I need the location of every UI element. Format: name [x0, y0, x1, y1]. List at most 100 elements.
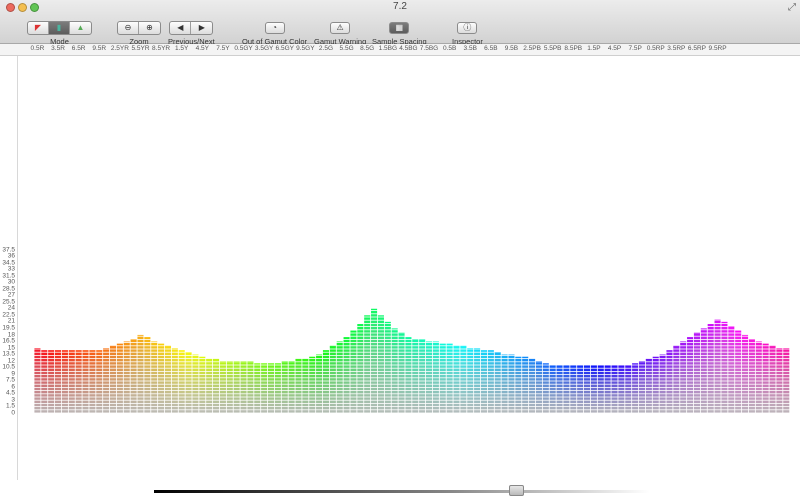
previous-icon[interactable]: ◀	[170, 21, 192, 34]
chroma-bar[interactable]	[652, 356, 659, 413]
chroma-bar[interactable]	[68, 350, 75, 413]
chroma-bar[interactable]	[556, 365, 563, 413]
chroma-bar[interactable]	[783, 348, 790, 413]
chroma-bar[interactable]	[680, 341, 687, 413]
chroma-bar[interactable]	[295, 358, 302, 413]
chroma-bar[interactable]	[693, 332, 700, 413]
chroma-bar[interactable]	[419, 339, 426, 413]
chroma-bar[interactable]	[687, 337, 694, 413]
chroma-bar[interactable]	[597, 365, 604, 413]
value-slider-track[interactable]	[154, 490, 650, 493]
chroma-bar[interactable]	[96, 350, 103, 413]
chroma-bar[interactable]	[618, 365, 625, 413]
chart-area[interactable]	[18, 56, 800, 480]
chroma-bar[interactable]	[103, 348, 110, 413]
chroma-bar[interactable]	[55, 350, 62, 413]
chroma-bar[interactable]	[439, 343, 446, 413]
chroma-bar[interactable]	[391, 328, 398, 413]
chroma-bar[interactable]	[742, 334, 749, 413]
chroma-bar[interactable]	[288, 361, 295, 413]
chroma-bar[interactable]	[549, 365, 556, 413]
chroma-bar[interactable]	[316, 354, 323, 413]
chroma-bar[interactable]	[460, 345, 467, 413]
out-of-gamut-icon[interactable]: ◔	[264, 21, 285, 34]
zoom-out-icon[interactable]: ⊖	[118, 21, 139, 34]
chroma-bar[interactable]	[219, 361, 226, 413]
chroma-bar[interactable]	[267, 363, 275, 413]
chroma-bar[interactable]	[529, 358, 536, 413]
chroma-bar[interactable]	[82, 350, 89, 413]
chroma-bar[interactable]	[432, 341, 439, 413]
chroma-bar[interactable]	[700, 328, 707, 413]
chroma-bar[interactable]	[240, 361, 247, 413]
chroma-bar[interactable]	[254, 363, 261, 413]
chroma-bar[interactable]	[480, 350, 488, 413]
chroma-bar[interactable]	[577, 365, 584, 413]
chroma-bar[interactable]	[130, 339, 137, 413]
chroma-bar[interactable]	[412, 339, 419, 413]
mode-bars-icon[interactable]: ▮	[49, 21, 70, 34]
chroma-bar[interactable]	[638, 361, 646, 413]
chroma-bar[interactable]	[274, 363, 281, 413]
chroma-bar[interactable]	[474, 348, 481, 413]
chroma-bar[interactable]	[625, 365, 632, 413]
chroma-bar[interactable]	[75, 350, 82, 413]
chroma-bar[interactable]	[446, 343, 453, 413]
chroma-bar[interactable]	[508, 354, 515, 413]
chroma-bar[interactable]	[659, 354, 666, 413]
chroma-bar[interactable]	[584, 365, 591, 413]
chroma-bar[interactable]	[735, 330, 742, 413]
chroma-bar[interactable]	[542, 363, 549, 413]
chroma-bar[interactable]	[213, 358, 220, 413]
chroma-bar[interactable]	[425, 341, 433, 413]
mode-chart-icon[interactable]: ◤	[28, 21, 49, 34]
chroma-bar[interactable]	[89, 350, 96, 413]
inspector-icon[interactable]: ⓘ	[457, 21, 478, 34]
chroma-bar[interactable]	[755, 341, 762, 413]
chroma-bar[interactable]	[34, 348, 41, 413]
chroma-bar[interactable]	[453, 345, 460, 413]
chroma-bar[interactable]	[178, 350, 185, 413]
chroma-bar[interactable]	[632, 363, 639, 413]
chroma-bar[interactable]	[137, 334, 144, 413]
chroma-bar[interactable]	[522, 356, 529, 413]
chroma-bar[interactable]	[673, 345, 680, 413]
gamut-warning-icon[interactable]: ⚠	[330, 21, 351, 34]
chroma-bar[interactable]	[570, 365, 577, 413]
chroma-bar[interactable]	[535, 361, 542, 413]
chroma-bar[interactable]	[41, 350, 48, 413]
chroma-bar[interactable]	[721, 321, 728, 413]
chroma-bar[interactable]	[371, 308, 378, 413]
chroma-bar[interactable]	[192, 354, 199, 413]
chroma-bar[interactable]	[501, 354, 508, 413]
chroma-bar[interactable]	[728, 326, 735, 413]
chroma-bar[interactable]	[384, 321, 391, 413]
value-slider-thumb[interactable]	[509, 485, 524, 496]
chroma-bar[interactable]	[769, 345, 776, 413]
chroma-bar[interactable]	[563, 365, 570, 413]
sample-spacing-icon[interactable]: ▦	[389, 21, 410, 34]
chroma-bar[interactable]	[309, 356, 316, 413]
chroma-bar[interactable]	[206, 358, 213, 413]
chroma-bar[interactable]	[329, 345, 336, 413]
chroma-bar[interactable]	[707, 324, 714, 413]
chroma-bar[interactable]	[185, 352, 192, 413]
chroma-bar[interactable]	[487, 350, 494, 413]
chroma-bar[interactable]	[405, 337, 412, 413]
chroma-bar[interactable]	[158, 343, 165, 413]
chroma-bar[interactable]	[748, 339, 755, 413]
zoom-in-icon[interactable]: ⊕	[139, 22, 160, 34]
chroma-bar[interactable]	[247, 361, 254, 413]
chroma-bar[interactable]	[343, 337, 350, 413]
chroma-bar[interactable]	[226, 361, 233, 413]
chroma-bar[interactable]	[48, 350, 55, 413]
chroma-bar[interactable]	[302, 358, 309, 413]
chroma-bar[interactable]	[776, 348, 783, 413]
chroma-bar[interactable]	[350, 330, 357, 413]
chroma-bar[interactable]	[645, 358, 652, 413]
chroma-bar[interactable]	[123, 341, 130, 413]
chroma-bar[interactable]	[762, 343, 769, 413]
chroma-bar[interactable]	[233, 361, 240, 413]
chroma-bar[interactable]	[61, 350, 68, 413]
chroma-bar[interactable]	[164, 345, 171, 413]
